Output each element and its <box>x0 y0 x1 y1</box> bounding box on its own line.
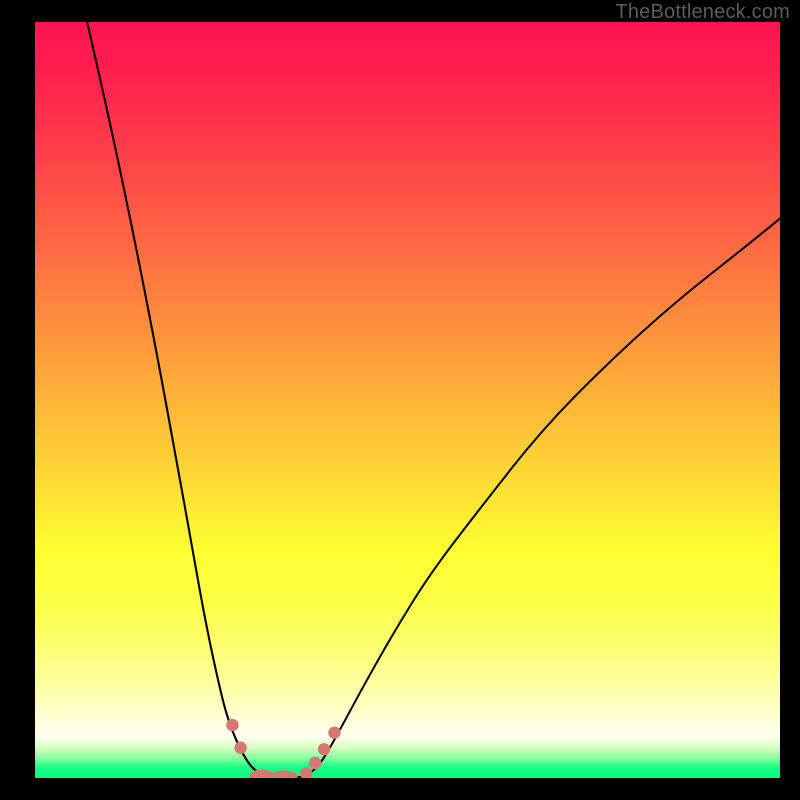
plot-area <box>35 22 780 778</box>
data-marker <box>234 742 246 754</box>
data-marker <box>328 726 340 738</box>
data-marker <box>272 770 298 778</box>
bottleneck-curve <box>87 22 266 776</box>
data-marker <box>300 767 312 778</box>
data-marker <box>318 743 330 755</box>
data-marker <box>226 719 238 731</box>
curve-layer <box>35 22 780 778</box>
data-marker <box>309 757 321 769</box>
bottleneck-curve <box>303 219 780 777</box>
watermark-text: TheBottleneck.com <box>615 1 790 24</box>
data-marker <box>249 770 275 778</box>
chart-frame: TheBottleneck.com <box>0 0 800 800</box>
